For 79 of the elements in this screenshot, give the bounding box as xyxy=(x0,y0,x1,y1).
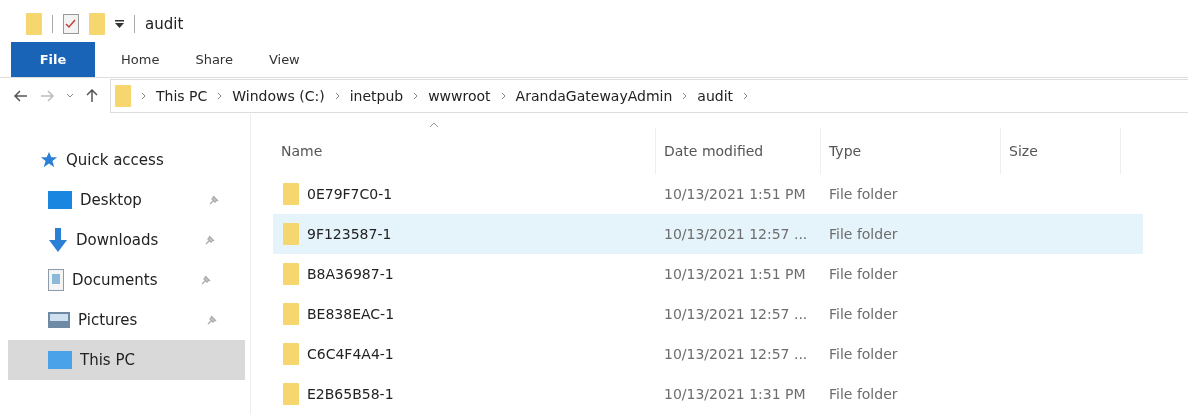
column-header[interactable]: Date modified xyxy=(656,128,821,174)
ribbon-tab[interactable]: View xyxy=(250,42,318,77)
file-row[interactable]: B8A36987-1 10/13/2021 1:51 PM File folder xyxy=(273,254,1143,294)
chevron-right-icon xyxy=(217,91,223,100)
ribbon-tab[interactable]: Home xyxy=(103,42,178,77)
path-segment[interactable]: ArandaGatewayAdmin xyxy=(515,87,673,104)
file-name: E2B65B58-1 xyxy=(307,386,394,402)
forward-icon[interactable] xyxy=(40,89,54,102)
chevron-right-icon xyxy=(141,91,146,100)
path-segment[interactable]: wwwroot xyxy=(428,87,491,104)
chevron-right-icon xyxy=(743,91,749,100)
new-folder-icon xyxy=(89,13,105,36)
up-icon[interactable] xyxy=(86,88,98,103)
column-header[interactable]: Size xyxy=(1001,128,1121,174)
date-cell-text: 10/13/2021 1:51 PM xyxy=(663,186,807,202)
type-cell-text: File folder xyxy=(828,266,899,282)
folder-icon xyxy=(283,303,299,325)
type-cell-text: File folder xyxy=(828,186,899,202)
sidebar-item[interactable]: Documents xyxy=(0,260,250,300)
pin-icon[interactable] xyxy=(204,234,216,246)
date-cell-text: 10/13/2021 12:57 ... xyxy=(663,306,809,322)
file-row[interactable]: 0E79F7C0-1 10/13/2021 1:51 PM File folder xyxy=(273,174,1143,214)
date-cell-text: 10/13/2021 1:31 PM xyxy=(663,386,807,402)
sort-caret-icon xyxy=(429,122,439,128)
path-segment[interactable]: audit xyxy=(697,87,734,104)
file-row[interactable]: C6C4F4A4-1 10/13/2021 12:57 ... File folder xyxy=(273,334,1143,374)
folder-icon xyxy=(115,84,131,107)
star-icon xyxy=(40,151,58,169)
file-name: B8A36987-1 xyxy=(307,266,394,282)
file-name: BE838EAC-1 xyxy=(307,306,395,322)
chevron-right-icon xyxy=(682,91,688,100)
folder-icon xyxy=(283,263,299,285)
dropdown-icon[interactable] xyxy=(115,19,124,29)
file-row[interactable]: BE838EAC-1 10/13/2021 12:57 ... File folder xyxy=(273,294,1143,334)
sidebar-item[interactable]: Pictures xyxy=(0,300,250,340)
back-icon[interactable] xyxy=(14,89,28,102)
folder-icon xyxy=(283,383,299,405)
type-cell-text: File folder xyxy=(828,346,899,362)
column-header[interactable]: Type xyxy=(821,128,1001,174)
date-cell-text: 10/13/2021 1:51 PM xyxy=(663,266,807,282)
desktop-icon xyxy=(48,191,72,209)
path-segment[interactable]: Windows (C:) xyxy=(232,87,325,104)
file-row[interactable]: 9F123587-1 10/13/2021 12:57 ... File folder xyxy=(273,214,1143,254)
file-name: C6C4F4A4-1 xyxy=(307,346,394,362)
folder-icon xyxy=(26,13,42,36)
folder-icon xyxy=(283,183,299,205)
window-title: audit xyxy=(145,15,184,34)
pin-icon[interactable] xyxy=(208,194,220,206)
pin-icon[interactable] xyxy=(206,314,218,326)
folder-icon xyxy=(283,343,299,365)
address-bar[interactable]: This PC Windows (C:) inetpub wwwroot ArandaGatewayAdmin audit xyxy=(110,78,1188,113)
date-cell-text: 10/13/2021 12:57 ... xyxy=(663,226,809,242)
properties-icon[interactable] xyxy=(63,14,79,35)
chevron-right-icon xyxy=(413,91,419,100)
picture-icon xyxy=(48,312,70,328)
sidebar-item[interactable]: Quick access xyxy=(0,140,250,180)
type-cell-text: File folder xyxy=(828,226,899,242)
file-name: 0E79F7C0-1 xyxy=(307,186,393,202)
folder-icon xyxy=(283,223,299,245)
sidebar-item[interactable]: Downloads xyxy=(0,220,250,260)
chevron-right-icon xyxy=(334,91,340,100)
column-header[interactable]: Name xyxy=(273,128,656,174)
download-icon xyxy=(48,228,68,252)
chevron-right-icon xyxy=(500,91,506,100)
chevron-down-icon[interactable] xyxy=(66,92,74,99)
pin-icon[interactable] xyxy=(200,274,212,286)
type-cell-text: File folder xyxy=(828,386,899,402)
type-cell-text: File folder xyxy=(828,306,899,322)
path-segment[interactable]: inetpub xyxy=(349,87,404,104)
sidebar-item[interactable]: Desktop xyxy=(0,180,250,220)
ribbon-tab[interactable]: File xyxy=(11,42,95,77)
file-name: 9F123587-1 xyxy=(307,226,392,242)
file-row[interactable]: E2B65B58-1 10/13/2021 1:31 PM File folder xyxy=(273,374,1143,414)
ribbon-tab[interactable]: Share xyxy=(177,42,251,77)
computer-icon xyxy=(48,351,72,369)
path-segment[interactable]: This PC xyxy=(156,87,208,104)
date-cell-text: 10/13/2021 12:57 ... xyxy=(663,346,809,362)
document-icon xyxy=(48,269,64,291)
sidebar-item[interactable]: This PC xyxy=(8,340,245,380)
